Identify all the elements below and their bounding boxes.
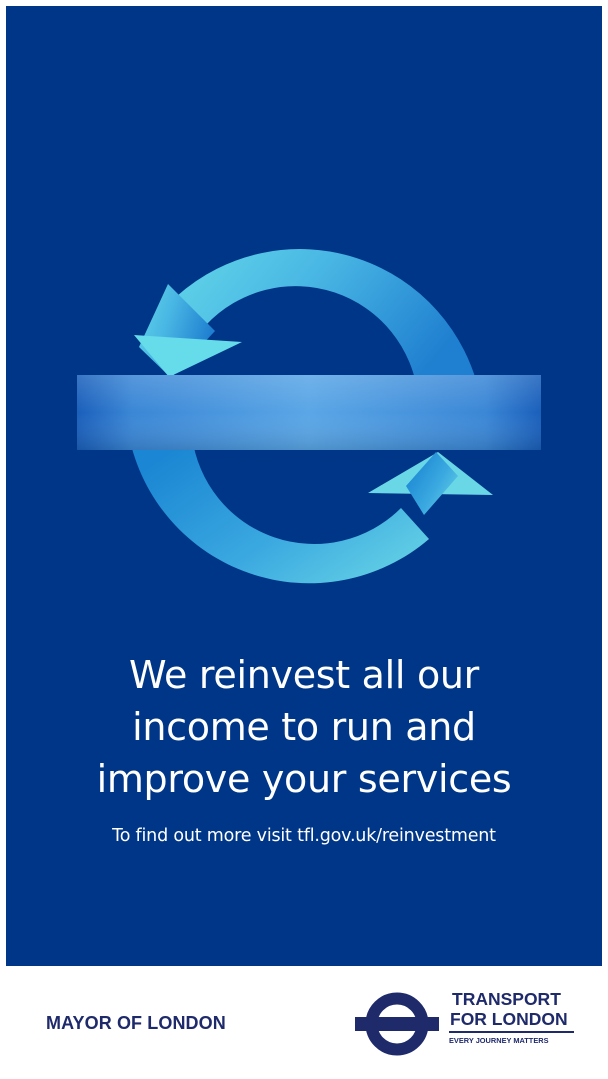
roundel-bar-shape	[77, 375, 541, 450]
top-arrow-shape	[134, 249, 480, 396]
tfl-wordmark-line-2: FOR LONDON	[449, 1009, 574, 1033]
blue-panel: We reinvest all our income to run and im…	[6, 6, 602, 966]
website-info: To find out more visit tfl.gov.uk/reinve…	[112, 826, 496, 846]
headline-line-3: improve your services	[96, 757, 512, 801]
tfl-roundel-icon	[355, 992, 439, 1056]
tfl-tagline: EVERY JOURNEY MATTERS	[449, 1036, 549, 1045]
bottom-arrow-shape	[129, 436, 493, 584]
footer: MAYOR OF LONDON TRANSPORT FOR LONDON EVE…	[0, 966, 608, 1079]
mayor-of-london-logo: MAYOR OF LONDON	[46, 1013, 226, 1033]
headline-line-2: income to run and	[132, 705, 476, 749]
poster: We reinvest all our income to run and im…	[0, 0, 608, 1079]
headline: We reinvest all our income to run and im…	[6, 649, 602, 805]
headline-line-1: We reinvest all our	[129, 653, 479, 697]
tfl-wordmark-line-1: TRANSPORT	[452, 989, 561, 1009]
circular-arrows-roundel-icon	[77, 249, 541, 584]
tfl-wordmark: TRANSPORT FOR LONDON EVERY JOURNEY MATTE…	[449, 990, 575, 1045]
